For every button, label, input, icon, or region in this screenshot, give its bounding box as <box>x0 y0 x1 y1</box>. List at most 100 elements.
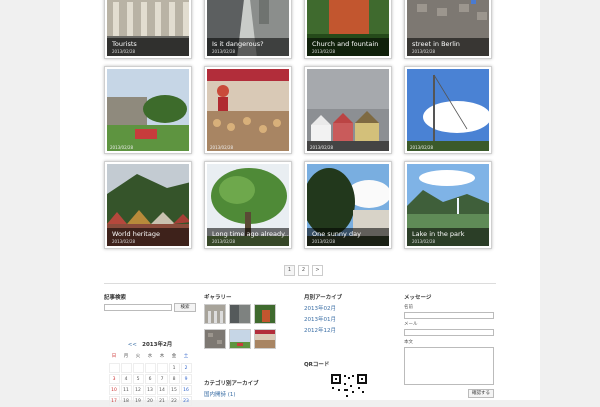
weekday-label: 木 <box>159 354 165 359</box>
weekday-label: 土 <box>183 354 189 359</box>
photo-park <box>107 69 189 151</box>
calendar-day[interactable]: 13 <box>144 385 156 395</box>
weekday-label: 水 <box>147 354 153 359</box>
message-title: メッセージ <box>404 295 432 301</box>
calendar-empty-cell <box>132 363 144 373</box>
calendar-day[interactable]: 4 <box>120 374 132 384</box>
tile-date: 2013/02/28 <box>110 145 134 150</box>
calendar-day[interactable]: 22 <box>168 396 180 406</box>
pagination: 1 2 > <box>284 265 323 276</box>
search-button[interactable]: 検索 <box>174 303 196 312</box>
weekday-label: 火 <box>135 354 141 359</box>
calendar-grid: 日月火水木金土 1 2 3 4 5 6 7 8 9 10 11 12 13 14 15 16 17 18 19 20 21… <box>104 352 196 406</box>
calendar-empty-cell <box>108 363 120 373</box>
calendar-day[interactable]: 2 <box>180 363 192 373</box>
gallery-tile[interactable]: Is it dangerous? 2013/02/28 <box>204 0 292 59</box>
calendar-day[interactable]: 5 <box>132 374 144 384</box>
calendar-day[interactable]: 14 <box>156 385 168 395</box>
qr-code-icon <box>330 373 368 400</box>
name-field[interactable] <box>404 312 494 319</box>
gallery-tile[interactable]: One sunny day 2013/02/28 <box>304 161 392 249</box>
gallery-tile[interactable]: 2013/02/28 <box>204 66 292 154</box>
calendar-day[interactable]: 10 <box>108 385 120 395</box>
calendar-day[interactable]: 23 <box>180 396 192 406</box>
calendar-day[interactable]: 9 <box>180 374 192 384</box>
gallery-tile[interactable]: Church and fountain 2013/02/28 <box>304 0 392 59</box>
tile-caption: Is it dangerous? 2013/02/28 <box>207 38 289 56</box>
email-field[interactable] <box>404 329 494 336</box>
calendar-day[interactable]: 3 <box>108 374 120 384</box>
tile-date: 2013/02/28 <box>112 49 136 54</box>
tile-caption: Long time ago already... 2013/02/28 <box>207 228 291 246</box>
calendar-day[interactable]: 1 <box>168 363 180 373</box>
page-1-button[interactable]: 1 <box>284 265 295 276</box>
calendar-day[interactable]: 16 <box>180 385 192 395</box>
calendar-day[interactable]: 11 <box>120 385 132 395</box>
tile-caption: street in Berlin 2013/02/28 <box>407 38 489 56</box>
archive-link[interactable]: 2012年12月 <box>304 326 336 334</box>
prev-month-link[interactable]: << <box>128 342 137 348</box>
next-page-button[interactable]: > <box>312 265 323 276</box>
tile-title: Long time ago already... <box>212 230 291 238</box>
gallery-tile[interactable]: street in Berlin 2013/02/28 <box>404 0 492 59</box>
calendar-header: << 2013年2月 <box>104 340 196 348</box>
search-title: 記事検索 <box>104 295 127 301</box>
calendar: << 2013年2月 日月火水木金土 1 2 3 4 5 6 7 8 9 10 11 12 13 14 15 1… <box>104 340 196 406</box>
tile-date: 2013/02/28 <box>212 239 236 244</box>
gallery-thumb[interactable] <box>254 304 276 324</box>
gallery-tile[interactable]: 2013/02/28 <box>304 66 392 154</box>
calendar-day[interactable]: 19 <box>132 396 144 406</box>
tile-caption: World heritage 2013/02/28 <box>107 228 189 246</box>
name-label: 名前 <box>404 305 413 310</box>
calendar-day[interactable]: 18 <box>120 396 132 406</box>
tile-title: Tourists <box>112 40 137 48</box>
weekday-label: 日 <box>111 354 117 359</box>
tile-title: One sunny day <box>312 230 361 238</box>
body-label: 本文 <box>404 340 413 345</box>
gallery-tile[interactable]: Tourists 2013/02/28 <box>104 0 192 59</box>
calendar-day[interactable]: 17 <box>108 396 120 406</box>
tile-title: street in Berlin <box>412 40 460 48</box>
calendar-day[interactable]: 20 <box>144 396 156 406</box>
gallery-thumb[interactable] <box>204 304 226 324</box>
gallery-tile[interactable]: World heritage 2013/02/28 <box>104 161 192 249</box>
weekday-label: 月 <box>123 354 129 359</box>
body-textarea[interactable] <box>404 347 494 385</box>
tile-title: Is it dangerous? <box>212 40 264 48</box>
tile-caption: Lake in the park 2013/02/28 <box>407 228 489 246</box>
search-input[interactable] <box>104 304 172 311</box>
calendar-day[interactable]: 8 <box>168 374 180 384</box>
calendar-month: 2013年2月 <box>142 342 173 348</box>
gallery-tile[interactable]: 2013/02/28 <box>104 66 192 154</box>
calendar-day[interactable]: 6 <box>144 374 156 384</box>
tile-date: 2013/02/28 <box>412 239 436 244</box>
gallery-tile[interactable]: Lake in the park 2013/02/28 <box>404 161 492 249</box>
gallery-widget-title: ギャラリー <box>204 295 232 301</box>
calendar-day[interactable]: 12 <box>132 385 144 395</box>
calendar-day[interactable]: 7 <box>156 374 168 384</box>
photo-mast <box>407 69 489 151</box>
calendar-day[interactable]: 21 <box>156 396 168 406</box>
tile-date: 2013/02/28 <box>310 145 334 150</box>
gallery-tile[interactable]: Long time ago already... 2013/02/28 <box>204 161 292 249</box>
tile-date: 2013/02/28 <box>112 239 136 244</box>
tile-date: 2013/02/28 <box>212 49 236 54</box>
gallery-thumb[interactable] <box>204 329 226 349</box>
gallery-thumb[interactable] <box>229 329 251 349</box>
tile-caption: Church and fountain 2013/02/28 <box>307 38 389 56</box>
tile-date: 2013/02/28 <box>312 49 336 54</box>
calendar-empty-cell <box>120 363 132 373</box>
page-2-button[interactable]: 2 <box>298 265 309 276</box>
archive-link[interactable]: 2013年02月 <box>304 304 336 312</box>
tile-date: 2013/02/28 <box>412 49 436 54</box>
gallery-tile[interactable]: 2013/02/28 <box>404 66 492 154</box>
category-link[interactable]: 国内開詩 (1) <box>204 390 236 398</box>
gallery-thumb[interactable] <box>254 329 276 349</box>
submit-button[interactable]: 確認する <box>468 389 494 398</box>
category-title: カテゴリ別アーカイブ <box>204 381 259 387</box>
calendar-day[interactable]: 15 <box>168 385 180 395</box>
archive-link[interactable]: 2013年01月 <box>304 315 336 323</box>
photo-houses <box>307 69 389 151</box>
monthly-archive-title: 月別アーカイブ <box>304 295 343 301</box>
gallery-thumb[interactable] <box>229 304 251 324</box>
